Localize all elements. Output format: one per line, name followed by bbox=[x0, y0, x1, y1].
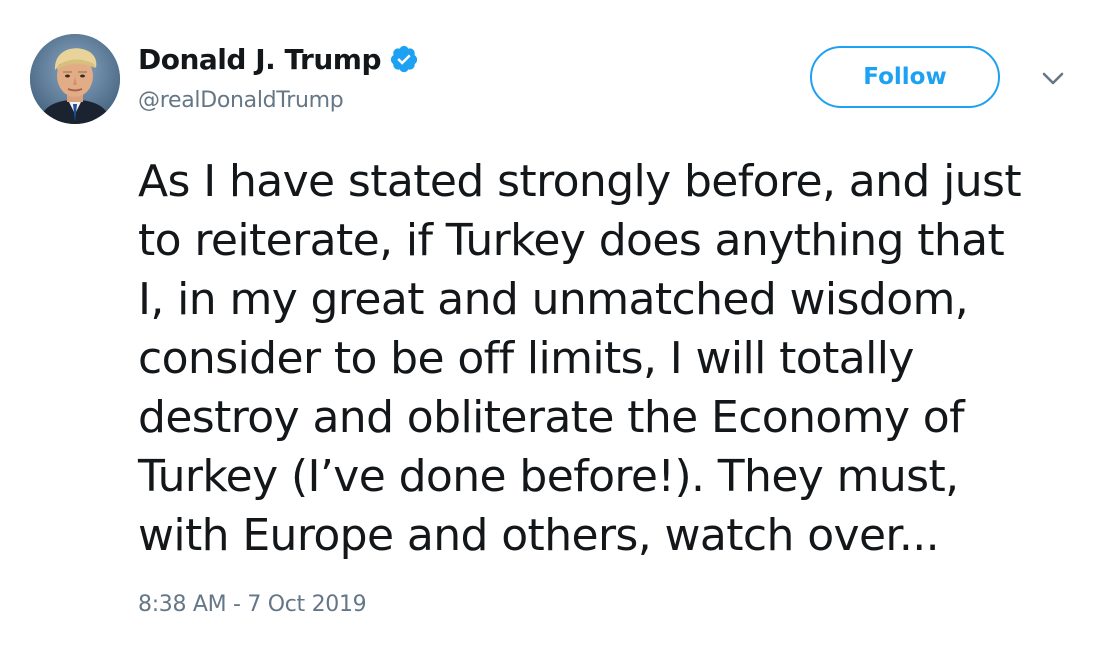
tweet-text: As I have stated strongly before, and ju… bbox=[138, 152, 1088, 565]
tweet-text-line: Turkey (I’ve done before!). They must, bbox=[138, 451, 959, 502]
chevron-down-icon[interactable] bbox=[1040, 68, 1066, 90]
author-name-row: Donald J. Trump bbox=[138, 40, 419, 78]
author-handle[interactable]: @realDonaldTrump bbox=[138, 88, 344, 113]
author-display-name[interactable]: Donald J. Trump bbox=[138, 43, 381, 76]
follow-button[interactable]: Follow bbox=[810, 46, 1000, 108]
tweet-text-line: I, in my great and unmatched wisdom, bbox=[138, 274, 969, 325]
avatar[interactable] bbox=[30, 34, 120, 124]
tweet-text-line: As I have stated strongly before, and ju… bbox=[138, 156, 1022, 207]
tweet-text-line: to reiterate, if Turkey does anything th… bbox=[138, 215, 1005, 266]
tweet-text-line: destroy and obliterate the Economy of bbox=[138, 392, 965, 443]
tweet-timestamp[interactable]: 8:38 AM - 7 Oct 2019 bbox=[138, 592, 367, 617]
avatar-photo-icon bbox=[30, 34, 120, 124]
tweet-text-line: with Europe and others, watch over... bbox=[138, 510, 940, 561]
verified-badge-icon bbox=[389, 44, 419, 74]
tweet-card: Donald J. Trump @realDonaldTrump Follow … bbox=[0, 0, 1100, 645]
tweet-text-line: consider to be off limits, I will totall… bbox=[138, 333, 914, 384]
